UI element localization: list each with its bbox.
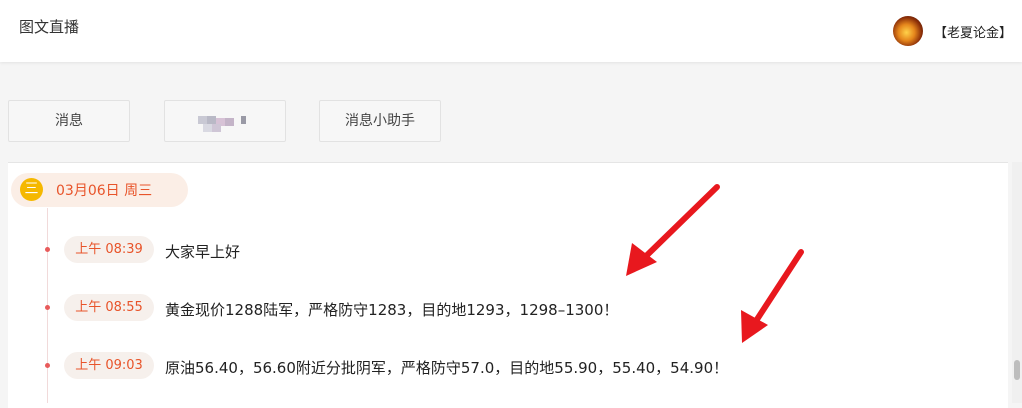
message-text: 黄金现价1288陆军，严格防守1283，目的地1293，1298–1300！ bbox=[165, 301, 619, 319]
message-text: 原油56.40，56.60附近分批阴军，严格防守57.0，目的地55.90，55… bbox=[165, 359, 729, 377]
app-header: 图文直播 【老夏论金】 bbox=[0, 0, 1022, 62]
timeline-dot bbox=[45, 305, 50, 310]
user-name[interactable]: 【老夏论金】 bbox=[934, 22, 1012, 41]
message-time-badge: 上午 08:39 bbox=[64, 236, 154, 263]
tab-message-assistant[interactable]: 消息小助手 bbox=[319, 100, 441, 142]
blurred-label-pixels bbox=[198, 116, 252, 134]
timeline-dot bbox=[45, 247, 50, 252]
timeline-dot bbox=[45, 363, 50, 368]
date-label: 03月06日 周三 bbox=[56, 183, 153, 199]
message-time-badge: 上午 09:03 bbox=[64, 352, 154, 379]
scrollbar[interactable] bbox=[1012, 162, 1022, 403]
user-avatar[interactable] bbox=[893, 16, 923, 46]
calendar-icon: 三 bbox=[20, 178, 43, 201]
message-time-badge: 上午 08:55 bbox=[64, 294, 154, 321]
tab-messages[interactable]: 消息 bbox=[8, 100, 130, 142]
scroll-thumb[interactable] bbox=[1014, 360, 1020, 380]
page-title: 图文直播 bbox=[19, 18, 80, 36]
tab-bar: 消息 消息小助手 bbox=[0, 100, 1022, 144]
message-text: 大家早上好 bbox=[165, 243, 241, 261]
